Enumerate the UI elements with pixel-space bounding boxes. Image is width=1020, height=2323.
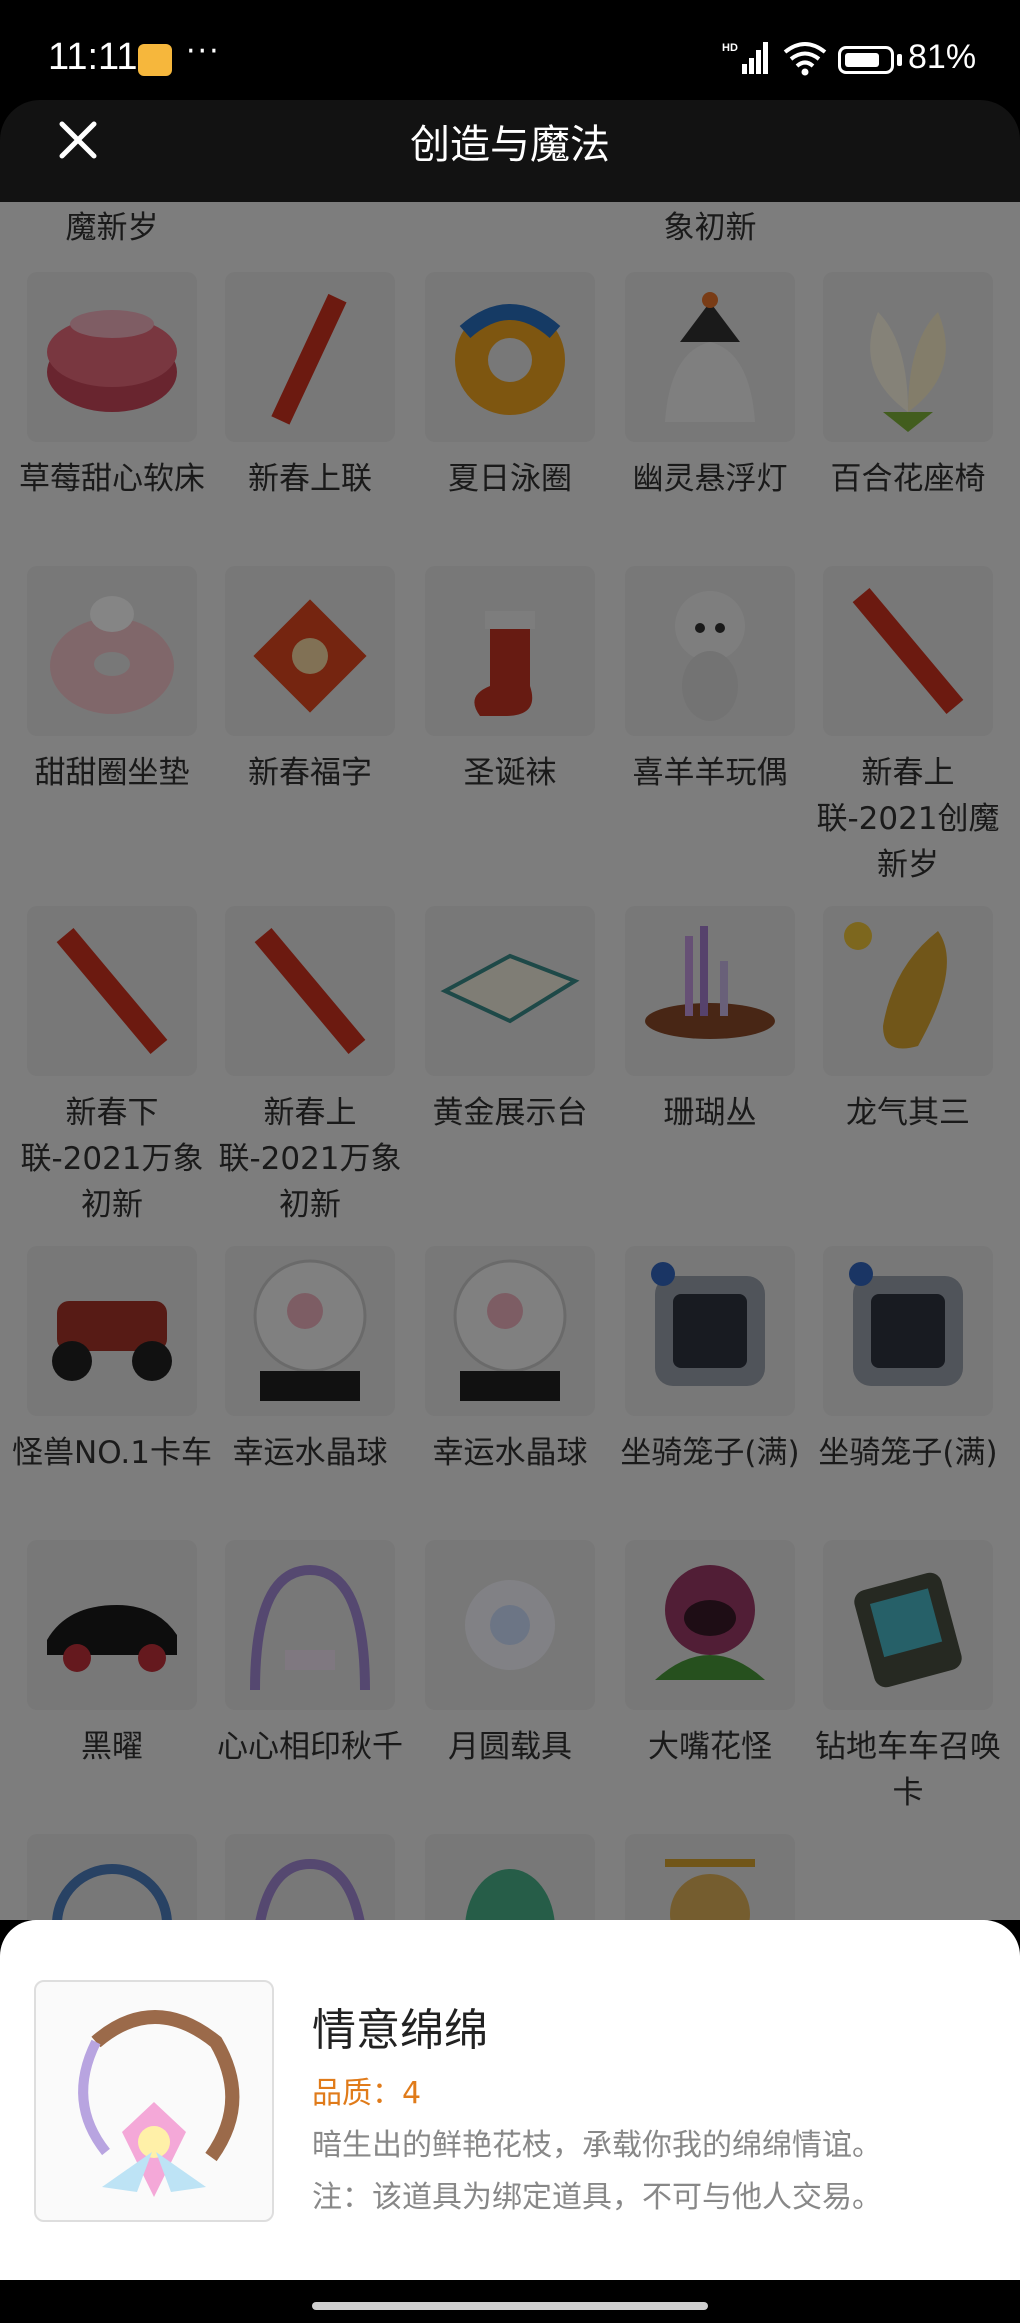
home-indicator[interactable]: [312, 2302, 708, 2310]
app-header: 创造与魔法: [0, 100, 1020, 202]
clock: 11:11: [48, 36, 138, 78]
more-notifications-icon: ···: [186, 34, 221, 69]
item-quality: 品质：4: [312, 2076, 422, 2111]
battery-icon: [838, 46, 894, 74]
hd-badge: HD: [722, 42, 738, 54]
item-description: 暗生出的鲜艳花枝，承载你我的绵绵情谊。 注：该道具为绑定道具，不可与他人交易。: [312, 2120, 882, 2224]
item-description-note: 注：该道具为绑定道具，不可与他人交易。: [312, 2180, 882, 2215]
item-detail-sheet: 情意绵绵 品质：4 暗生出的鲜艳花枝，承载你我的绵绵情谊。 注：该道具为绑定道具…: [0, 1920, 1020, 2280]
signal-icon: HD: [722, 42, 768, 74]
battery-percent: 81%: [908, 38, 977, 76]
modal-backdrop[interactable]: [0, 202, 1020, 1920]
wifi-icon: [783, 42, 827, 76]
item-description-line: 暗生出的鲜艳花枝，承载你我的绵绵情谊。: [312, 2128, 882, 2163]
status-bar: 11:11 ··· HD 81%: [0, 0, 1020, 100]
item-name: 情意绵绵: [312, 2005, 488, 2056]
navigation-bar: [0, 2280, 1020, 2323]
page-title: 创造与魔法: [410, 122, 610, 168]
notification-icon: [138, 44, 172, 76]
floral-wreath-icon: [34, 1980, 274, 2222]
